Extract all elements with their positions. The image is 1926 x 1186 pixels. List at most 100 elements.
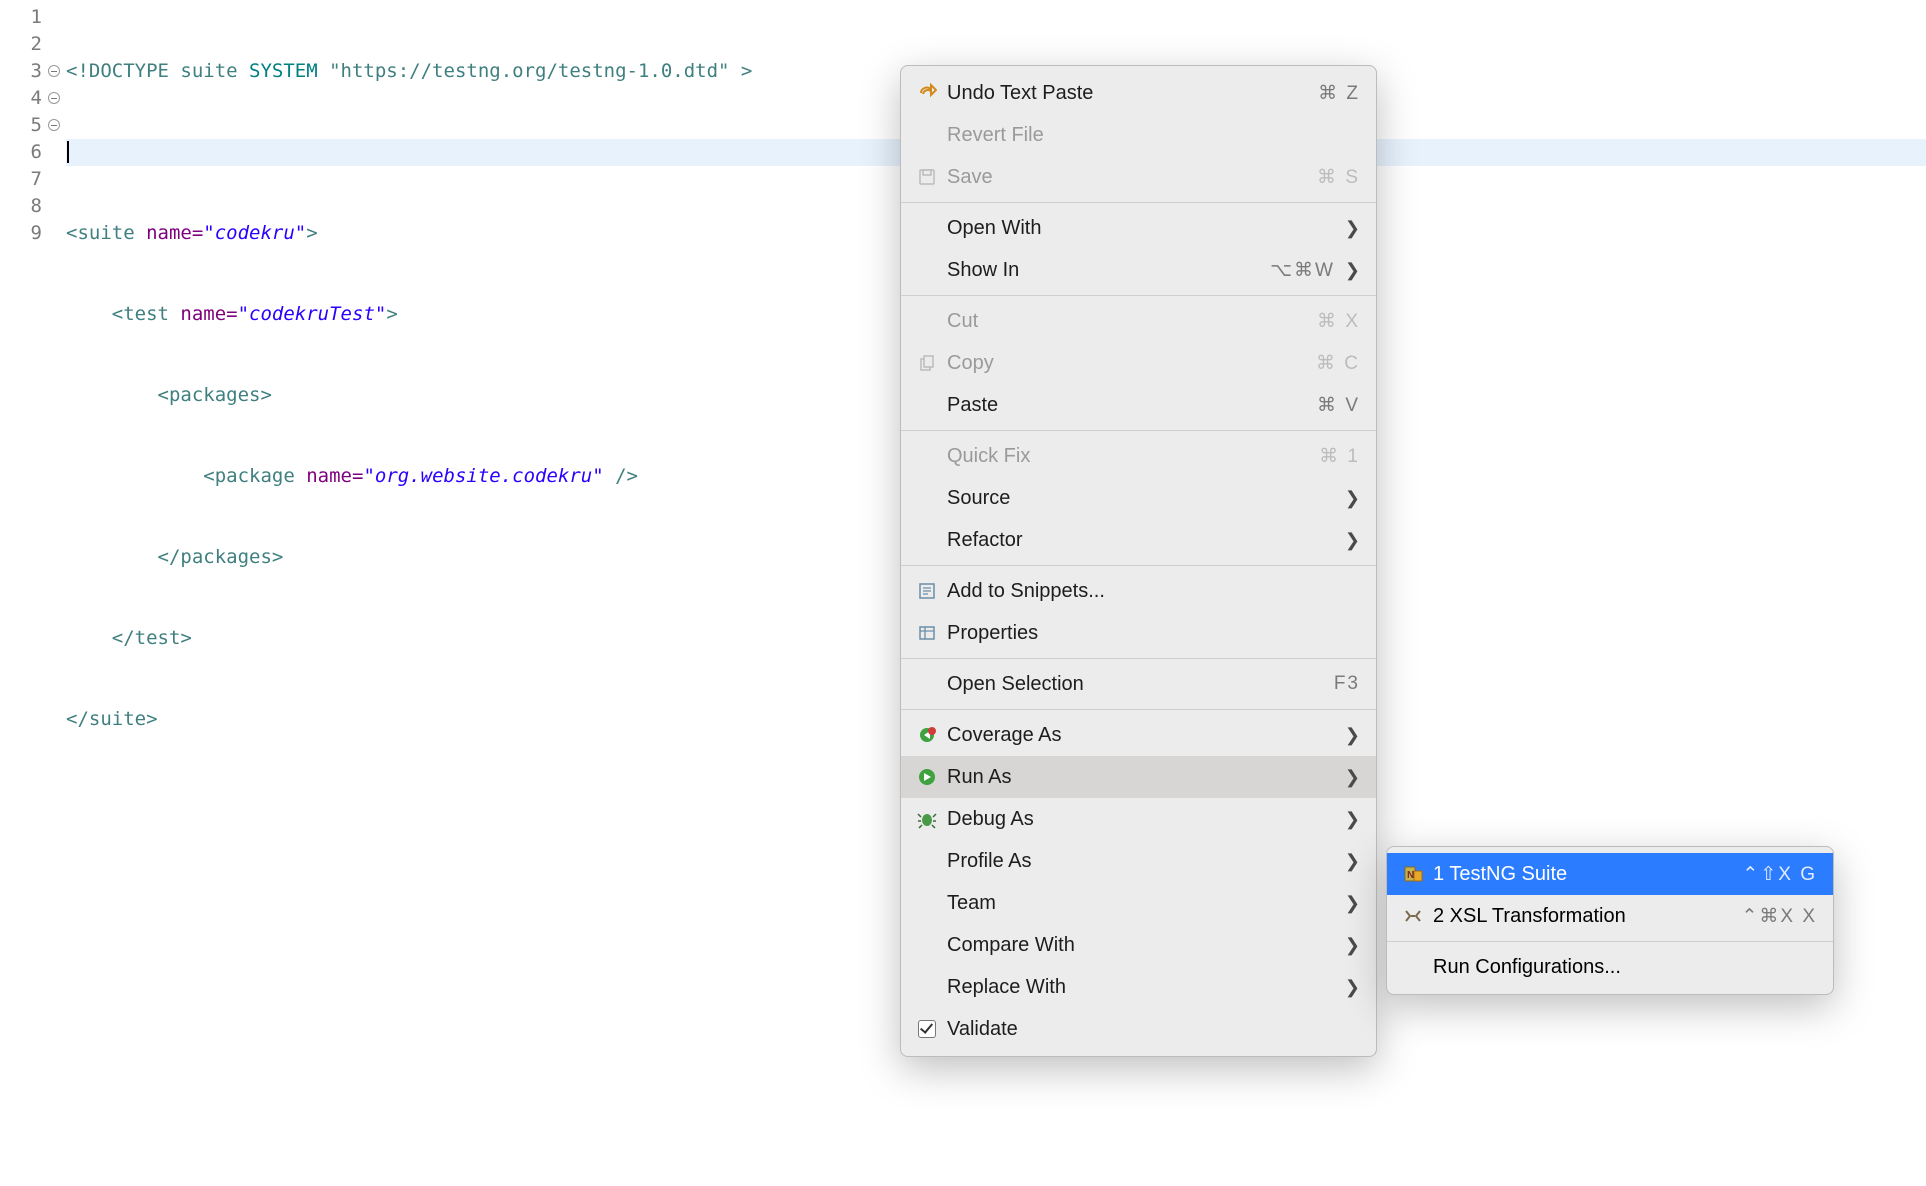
line-number: 1 [0, 4, 42, 31]
line-number: 5 [0, 112, 42, 139]
menu-team[interactable]: Team ❯ [901, 882, 1376, 924]
menu-validate[interactable]: Validate [901, 1008, 1376, 1050]
menu-shortcut: ⌘ Z [1318, 82, 1360, 105]
submenu-xsl-transformation[interactable]: 2 XSL Transformation ⌃⌘X X [1387, 895, 1833, 937]
context-menu[interactable]: Undo Text Paste ⌘ Z Revert File Save ⌘ S… [900, 65, 1377, 1057]
menu-separator [901, 430, 1376, 431]
fold-marker[interactable] [48, 112, 66, 139]
submenu-run-configurations[interactable]: Run Configurations... [1387, 946, 1833, 988]
token: name= [169, 303, 238, 325]
menu-label: Run Configurations... [1433, 956, 1817, 979]
menu-label: 2 XSL Transformation [1433, 905, 1733, 928]
menu-label: Open Selection [947, 673, 1326, 696]
submenu-testng-suite[interactable]: N 1 TestNG Suite ⌃⇧X G [1387, 853, 1833, 895]
chevron-right-icon: ❯ [1345, 893, 1360, 914]
menu-source[interactable]: Source ❯ [901, 477, 1376, 519]
line-number: 4 [0, 85, 42, 112]
menu-separator [901, 658, 1376, 659]
xsl-icon [1399, 906, 1427, 926]
menu-show-in[interactable]: Show In ⌥⌘W ❯ [901, 249, 1376, 291]
menu-add-to-snippets[interactable]: Add to Snippets... [901, 570, 1376, 612]
menu-shortcut: ⌘ V [1317, 394, 1360, 417]
line-number: 2 [0, 31, 42, 58]
menu-debug-as[interactable]: Debug As ❯ [901, 798, 1376, 840]
menu-label: Source [947, 487, 1335, 510]
menu-coverage-as[interactable]: Coverage As ❯ [901, 714, 1376, 756]
chevron-right-icon: ❯ [1345, 977, 1360, 998]
run-icon [913, 767, 941, 787]
token: <!DOCTYPE [66, 60, 169, 82]
token: name= [295, 465, 364, 487]
fold-marker[interactable] [48, 58, 66, 85]
menu-shortcut: ⌘ C [1316, 352, 1360, 375]
text-cursor [67, 141, 69, 163]
testng-icon: N [1399, 864, 1427, 884]
menu-separator [901, 565, 1376, 566]
token: </suite> [66, 708, 158, 730]
menu-shortcut: ⌘ X [1317, 310, 1360, 333]
token: name= [135, 222, 204, 244]
menu-undo[interactable]: Undo Text Paste ⌘ Z [901, 72, 1376, 114]
menu-refactor[interactable]: Refactor ❯ [901, 519, 1376, 561]
chevron-right-icon: ❯ [1345, 851, 1360, 872]
menu-shortcut: ⌘ S [1317, 166, 1360, 189]
line-number: 3 [0, 58, 42, 85]
menu-label: Open With [947, 217, 1335, 240]
line-number: 8 [0, 193, 42, 220]
menu-properties[interactable]: Properties [901, 612, 1376, 654]
menu-quick-fix: Quick Fix ⌘ 1 [901, 435, 1376, 477]
run-as-submenu[interactable]: N 1 TestNG Suite ⌃⇧X G 2 XSL Transformat… [1386, 846, 1834, 995]
menu-shortcut: ⌥⌘W [1270, 259, 1335, 282]
menu-separator [901, 709, 1376, 710]
menu-profile-as[interactable]: Profile As ❯ [901, 840, 1376, 882]
menu-label: Properties [947, 622, 1360, 645]
menu-label: Run As [947, 766, 1335, 789]
chevron-right-icon: ❯ [1345, 488, 1360, 509]
menu-label: Debug As [947, 808, 1335, 831]
menu-open-with[interactable]: Open With ❯ [901, 207, 1376, 249]
token: > [729, 60, 752, 82]
checkbox-checked-icon [913, 1020, 941, 1038]
menu-label: Replace With [947, 976, 1335, 999]
menu-label: Undo Text Paste [947, 82, 1310, 105]
menu-label: Compare With [947, 934, 1335, 957]
token: /> [604, 465, 638, 487]
line-number-gutter: 1 2 3 4 5 6 7 8 9 [0, 0, 48, 1186]
menu-paste[interactable]: Paste ⌘ V [901, 384, 1376, 426]
menu-run-as[interactable]: Run As ❯ [901, 756, 1376, 798]
menu-shortcut: ⌘ 1 [1319, 445, 1360, 468]
menu-label: Paste [947, 394, 1309, 417]
menu-revert-file: Revert File [901, 114, 1376, 156]
menu-label: Profile As [947, 850, 1335, 873]
line-number: 6 [0, 139, 42, 166]
menu-separator [1387, 941, 1833, 942]
menu-label: Refactor [947, 529, 1335, 552]
fold-marker[interactable] [48, 85, 66, 112]
chevron-right-icon: ❯ [1345, 260, 1360, 281]
token [66, 303, 112, 325]
menu-label: 1 TestNG Suite [1433, 863, 1734, 886]
debug-icon [913, 809, 941, 829]
menu-shortcut: ⌃⇧X G [1742, 863, 1817, 886]
menu-label: Cut [947, 310, 1309, 333]
fold-gutter [48, 0, 66, 1186]
chevron-right-icon: ❯ [1345, 809, 1360, 830]
token: suite [169, 60, 249, 82]
coverage-icon [913, 725, 941, 745]
menu-open-selection[interactable]: Open Selection F3 [901, 663, 1376, 705]
token [66, 384, 158, 406]
menu-label: Quick Fix [947, 445, 1311, 468]
line-number: 9 [0, 220, 42, 247]
menu-label: Add to Snippets... [947, 580, 1360, 603]
menu-replace-with[interactable]: Replace With ❯ [901, 966, 1376, 1008]
chevron-right-icon: ❯ [1345, 725, 1360, 746]
token: <packages> [158, 384, 272, 406]
fold-marker [48, 166, 66, 193]
token: > [386, 303, 397, 325]
fold-marker [48, 220, 66, 247]
menu-compare-with[interactable]: Compare With ❯ [901, 924, 1376, 966]
line-number: 7 [0, 166, 42, 193]
menu-label: Copy [947, 352, 1308, 375]
menu-label: Save [947, 166, 1309, 189]
fold-marker [48, 4, 66, 31]
